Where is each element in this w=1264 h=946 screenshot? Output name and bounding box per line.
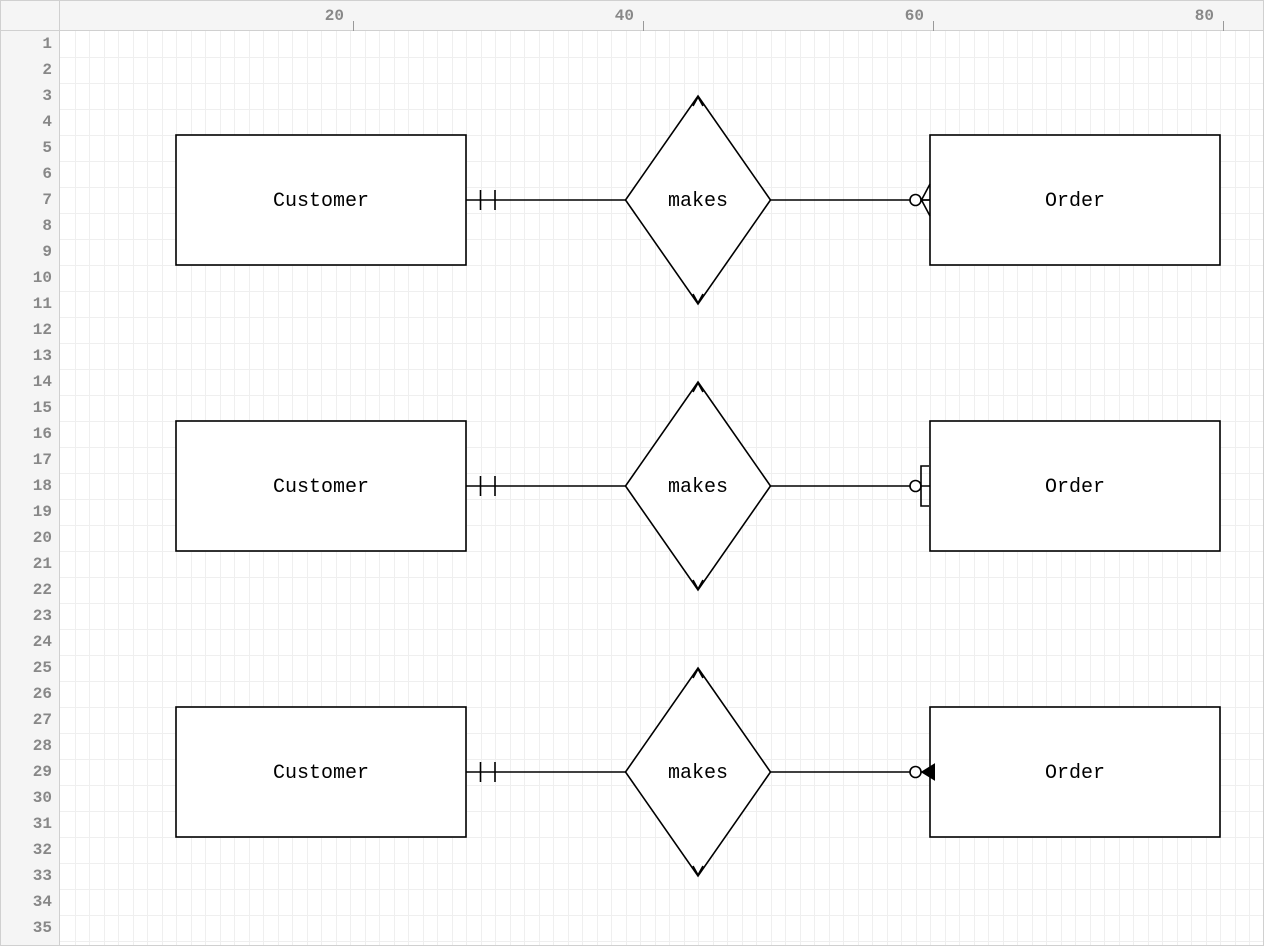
- diagram-canvas[interactable]: Customer Order makes Customer Order makes Cust…: [60, 31, 1263, 945]
- row-label: 2: [1, 57, 56, 83]
- cardinality-ring-icon: [910, 767, 921, 778]
- row-label: 34: [1, 889, 56, 915]
- col-label: 80: [1170, 1, 1220, 31]
- ruler-corner: [1, 1, 60, 31]
- er-diagram: Customer Order makes Customer Order makes Cust…: [60, 31, 1263, 945]
- row-label: 23: [1, 603, 56, 629]
- row-label: 1: [1, 31, 56, 57]
- entity-label: Order: [1045, 190, 1105, 213]
- row-label: 4: [1, 109, 56, 135]
- row-label: 22: [1, 577, 56, 603]
- row-label: 28: [1, 733, 56, 759]
- ruler-columns: 20 40 60 80: [60, 1, 1263, 31]
- row-label: 19: [1, 499, 56, 525]
- entity-label: Order: [1045, 762, 1105, 785]
- entity-label: Customer: [273, 190, 369, 213]
- row-label: 35: [1, 915, 56, 941]
- row-label: 30: [1, 785, 56, 811]
- row-label: 7: [1, 187, 56, 213]
- row-label: 18: [1, 473, 56, 499]
- row-label: 21: [1, 551, 56, 577]
- row-label: 11: [1, 291, 56, 317]
- row-label: 9: [1, 239, 56, 265]
- row-label: 5: [1, 135, 56, 161]
- entity-label: Customer: [273, 762, 369, 785]
- relationship-label: makes: [668, 190, 728, 213]
- entity-label: Order: [1045, 476, 1105, 499]
- row-label: 14: [1, 369, 56, 395]
- row-label: 25: [1, 655, 56, 681]
- row-label: 10: [1, 265, 56, 291]
- col-label: 60: [880, 1, 930, 31]
- row-label: 16: [1, 421, 56, 447]
- row-label: 20: [1, 525, 56, 551]
- relationship-label: makes: [668, 476, 728, 499]
- row-label: 31: [1, 811, 56, 837]
- row-label: 17: [1, 447, 56, 473]
- row-label: 12: [1, 317, 56, 343]
- col-label: 20: [300, 1, 350, 31]
- row-label: 6: [1, 161, 56, 187]
- cardinality-arrow-icon: [922, 764, 935, 780]
- entity-label: Customer: [273, 476, 369, 499]
- relationship-label: makes: [668, 762, 728, 785]
- row-label: 27: [1, 707, 56, 733]
- cardinality-crowsfoot-icon: [922, 184, 931, 216]
- row-label: 26: [1, 681, 56, 707]
- row-label: 32: [1, 837, 56, 863]
- col-label: 40: [590, 1, 640, 31]
- row-label: 29: [1, 759, 56, 785]
- row-label: 33: [1, 863, 56, 889]
- cardinality-ring-icon: [910, 195, 921, 206]
- ruler-rows: 1234567891011121314151617181920212223242…: [1, 31, 60, 945]
- row-label: 13: [1, 343, 56, 369]
- row-label: 15: [1, 395, 56, 421]
- row-label: 8: [1, 213, 56, 239]
- cardinality-ring-icon: [910, 481, 921, 492]
- row-label: 3: [1, 83, 56, 109]
- row-label: 24: [1, 629, 56, 655]
